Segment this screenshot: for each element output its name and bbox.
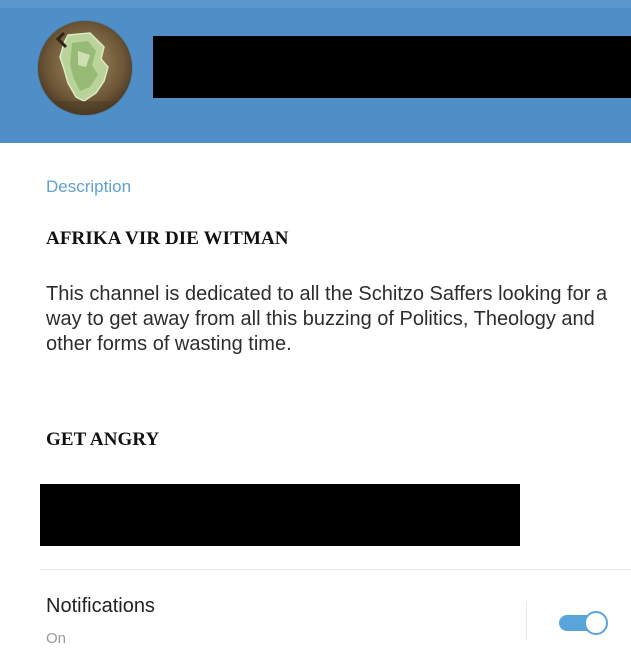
notifications-label: Notifications: [46, 595, 155, 617]
row-separator: [526, 602, 527, 640]
channel-name-redaction: [153, 36, 631, 98]
description-label: Description: [46, 177, 132, 196]
description-closing-line: GET ANGRY: [46, 429, 160, 450]
description-title: AFRIKA VIR DIE WITMAN: [46, 228, 289, 249]
notifications-status: On: [46, 630, 67, 647]
toggle-knob: [584, 611, 608, 635]
channel-avatar-icon: [38, 21, 132, 115]
channel-header: [0, 0, 631, 143]
description-body: This channel is dedicated to all the Sch…: [46, 283, 608, 355]
status-bar-strip: [0, 0, 631, 8]
notifications-row[interactable]: Notifications On: [0, 570, 631, 670]
link-redaction: [40, 484, 520, 546]
channel-avatar[interactable]: [38, 21, 132, 115]
notifications-toggle[interactable]: [557, 610, 609, 636]
